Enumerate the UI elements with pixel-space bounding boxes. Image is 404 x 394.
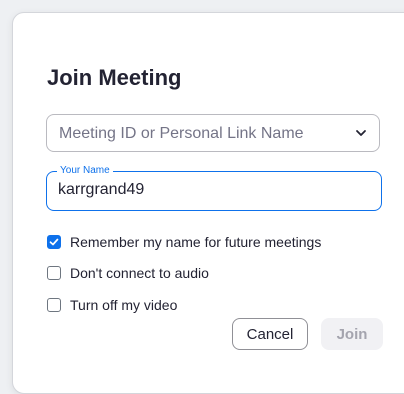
your-name-field: Your Name xyxy=(46,165,382,211)
meeting-id-placeholder: Meeting ID or Personal Link Name xyxy=(59,125,304,142)
join-meeting-dialog: Join Meeting Meeting ID or Personal Link… xyxy=(12,12,404,394)
no-audio-checkbox[interactable] xyxy=(47,266,61,280)
meeting-id-select[interactable]: Meeting ID or Personal Link Name xyxy=(46,114,380,152)
remember-name-option[interactable]: Remember my name for future meetings xyxy=(47,233,321,251)
remember-name-label: Remember my name for future meetings xyxy=(70,234,322,250)
join-button[interactable]: Join xyxy=(321,318,383,350)
chevron-down-icon xyxy=(356,130,366,136)
page-title: Join Meeting xyxy=(47,65,182,90)
cancel-button[interactable]: Cancel xyxy=(232,318,308,350)
your-name-label: Your Name xyxy=(57,165,113,177)
no-audio-label: Don't connect to audio xyxy=(70,265,209,281)
remember-name-checkbox[interactable] xyxy=(47,235,61,249)
video-off-label: Turn off my video xyxy=(70,297,178,313)
video-off-checkbox[interactable] xyxy=(47,298,61,312)
your-name-input[interactable] xyxy=(58,179,358,201)
checkmark-icon xyxy=(49,238,59,246)
video-off-option[interactable]: Turn off my video xyxy=(47,296,177,314)
no-audio-option[interactable]: Don't connect to audio xyxy=(47,264,209,282)
